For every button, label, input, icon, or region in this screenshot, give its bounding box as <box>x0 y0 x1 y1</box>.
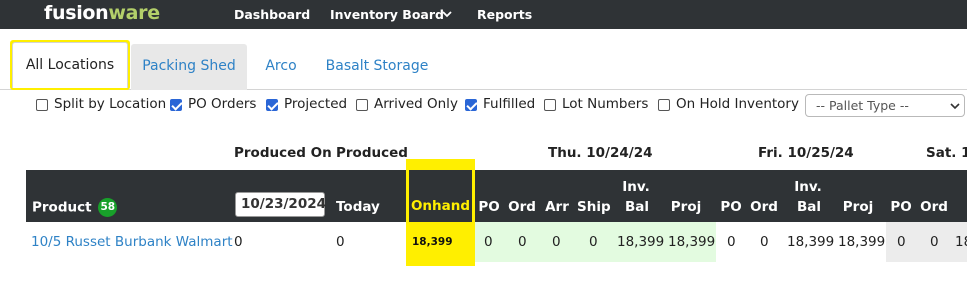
filter-label: PO Orders <box>188 96 257 112</box>
checkbox-checked[interactable] <box>465 98 477 111</box>
header-day2-inv: Inv. <box>794 179 822 195</box>
header-day1-inv: Inv. <box>622 179 650 195</box>
cell-day2-ord: 0 <box>760 234 769 250</box>
header-product[interactable]: Product 58 <box>32 198 118 217</box>
group-header-produced: Produced <box>336 145 408 161</box>
header-day1-ship: Ship <box>577 199 611 215</box>
header-day1-arr: Arr <box>545 199 569 215</box>
header-day1-proj: Proj <box>670 199 702 215</box>
header-today: Today <box>336 199 380 215</box>
header-day3-po: PO <box>890 199 912 215</box>
header-day1-ord: Ord <box>508 199 536 215</box>
group-header-produced-on: Produced On <box>234 145 332 161</box>
pallet-type-value: -- Pallet Type -- <box>816 98 909 113</box>
filter-projected[interactable]: Projected <box>266 96 347 113</box>
filter-label: Lot Numbers <box>562 96 649 112</box>
app-logo[interactable]: fusionware <box>44 2 160 24</box>
pallet-type-select[interactable]: -- Pallet Type -- <box>805 94 965 117</box>
checkbox-checked[interactable] <box>266 98 278 111</box>
cell-day1-proj: 18,399 <box>668 234 716 250</box>
product-count-badge: 58 <box>98 198 118 217</box>
tab-arco[interactable]: Arco <box>256 44 306 90</box>
cell-day2-po: 0 <box>727 234 736 250</box>
header-day2-po: PO <box>720 199 742 215</box>
cell-day1-po: 0 <box>484 234 493 250</box>
header-day2-proj: Proj <box>842 199 874 215</box>
cell-day3-po: 0 <box>897 234 906 250</box>
header-day2-ord: Ord <box>750 199 778 215</box>
cell-day1-ship: 0 <box>589 234 598 250</box>
cell-day3-ord: 0 <box>930 234 939 250</box>
tab-all-locations-label: All Locations <box>12 42 128 88</box>
logo-main: fusion <box>44 2 109 24</box>
checkbox[interactable] <box>36 98 48 111</box>
cell-today: 0 <box>336 234 345 250</box>
filter-on-hold-inventory[interactable]: On Hold Inventory <box>658 96 799 113</box>
chevron-down-icon <box>950 103 960 110</box>
cell-day1-inv-bal: 18,399 <box>617 234 665 250</box>
filter-fulfilled[interactable]: Fulfilled <box>465 96 535 113</box>
cell-day3-inv-bal: 18 <box>955 234 967 250</box>
tab-all-locations[interactable]: All Locations <box>10 40 130 90</box>
filter-split-by-location[interactable]: Split by Location <box>36 96 166 113</box>
checkbox[interactable] <box>658 98 670 111</box>
location-tabs: All Locations Packing Shed Arco Basalt S… <box>0 40 967 90</box>
filter-arrived-only[interactable]: Arrived Only <box>356 96 458 113</box>
nav-dashboard[interactable]: Dashboard <box>234 7 310 22</box>
nav-reports[interactable]: Reports <box>477 7 532 22</box>
header-day1-po: PO <box>478 199 500 215</box>
onhand-value: 18,399 <box>412 236 453 248</box>
checkbox[interactable] <box>544 98 556 111</box>
filter-po-orders[interactable]: PO Orders <box>170 96 256 113</box>
filter-label: On Hold Inventory <box>676 96 799 112</box>
cell-produced-on: 0 <box>234 234 243 250</box>
group-header-day3: Sat. 10 <box>926 145 967 161</box>
group-header-day2: Fri. 10/25/24 <box>758 145 854 161</box>
cell-day2-inv-bal: 18,399 <box>787 234 835 250</box>
filter-label: Projected <box>284 96 348 112</box>
header-onhand[interactable]: Onhand <box>409 170 472 222</box>
logo-accent: ware <box>108 2 160 24</box>
produced-on-date-input[interactable]: 10/23/2024 <box>235 192 326 217</box>
cell-day1-arr: 0 <box>552 234 561 250</box>
filter-lot-numbers[interactable]: Lot Numbers <box>544 96 648 113</box>
cell-day2-proj: 18,399 <box>838 234 886 250</box>
filter-label: Arrived Only <box>374 96 458 112</box>
checkbox[interactable] <box>356 98 368 111</box>
nav-inventory-board[interactable]: Inventory Board <box>330 7 444 22</box>
header-day2-bal: Bal <box>796 199 822 215</box>
onhand-header-highlight: Onhand <box>406 159 475 222</box>
tab-basalt-storage[interactable]: Basalt Storage <box>320 44 434 90</box>
filter-label: Split by Location <box>54 96 167 112</box>
filter-label: Fulfilled <box>483 96 536 112</box>
chevron-down-icon[interactable] <box>441 8 453 20</box>
top-nav-bar: fusionware Dashboard Inventory Board Rep… <box>0 0 967 29</box>
tab-packing-shed[interactable]: Packing Shed <box>131 44 247 90</box>
header-day1-bal: Bal <box>624 199 650 215</box>
header-product-label: Product <box>32 199 92 216</box>
checkbox-checked[interactable] <box>170 98 182 111</box>
group-header-day1: Thu. 10/24/24 <box>548 145 653 161</box>
cell-day1-ord: 0 <box>518 234 527 250</box>
header-day3-ord: Ord <box>920 199 948 215</box>
filter-bar: Split by Location PO Orders Projected Ar… <box>0 94 967 117</box>
product-link[interactable]: 10/5 Russet Burbank Walmart <box>31 234 233 251</box>
